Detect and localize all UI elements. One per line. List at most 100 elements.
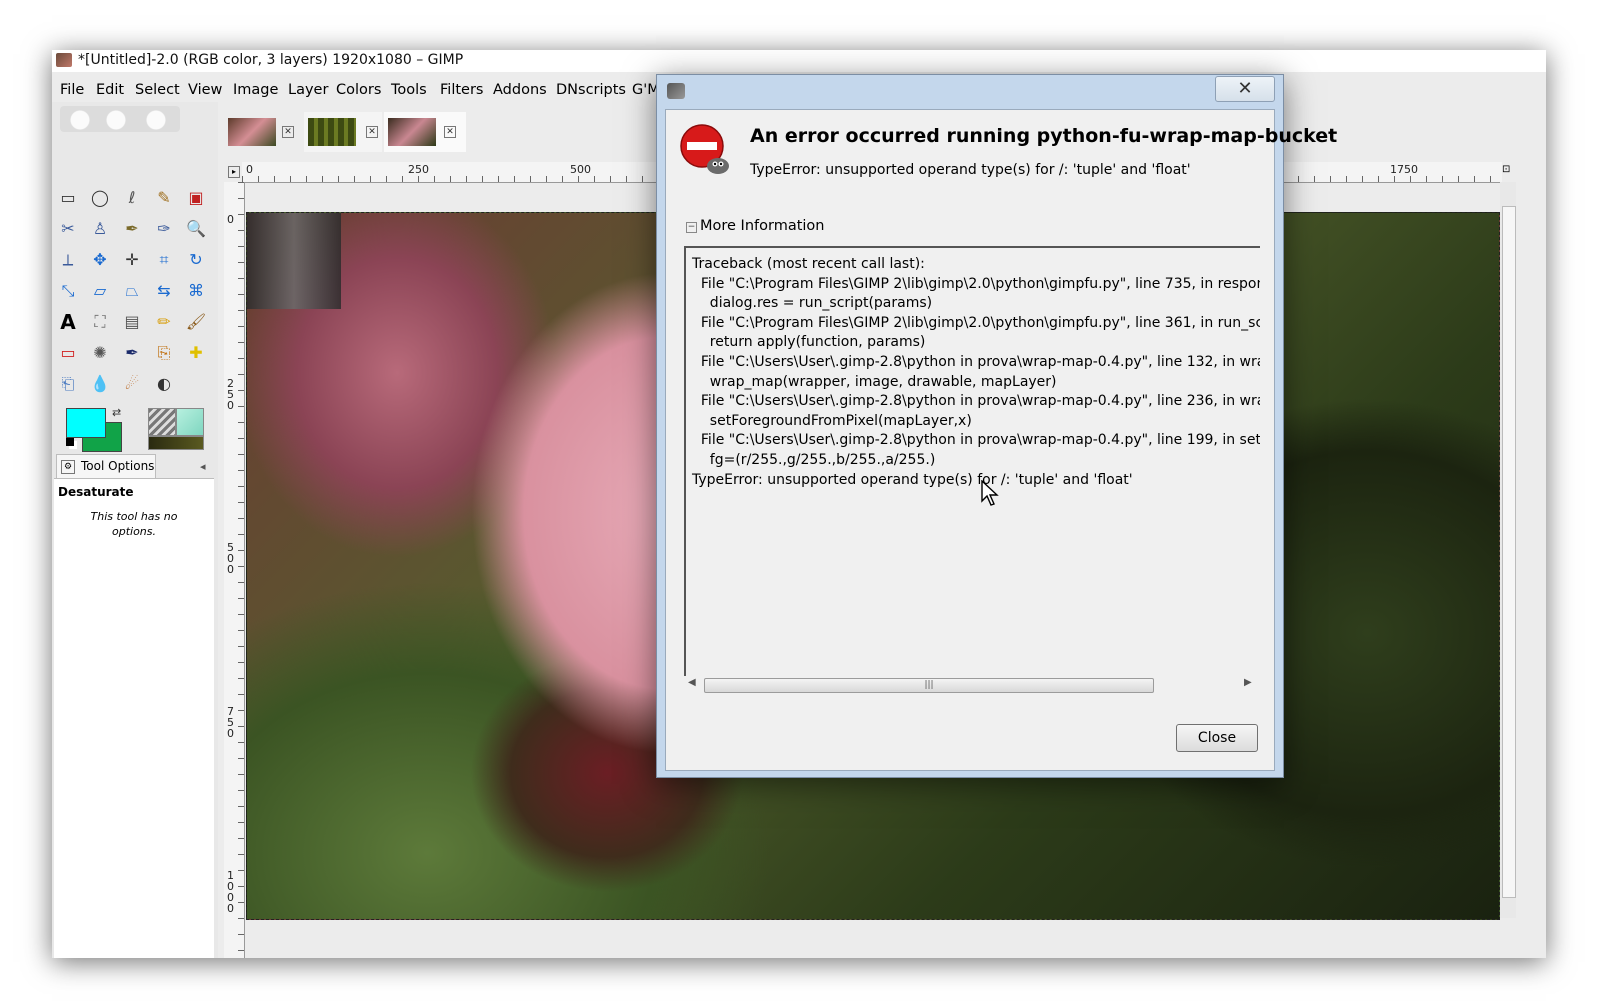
menu-view[interactable]: View xyxy=(188,82,222,98)
dialog-body: An error occurred running python-fu-wrap… xyxy=(665,109,1337,771)
ellipse-select-icon[interactable]: ◯ xyxy=(88,186,112,210)
no-options-message: This tool has no options. xyxy=(90,510,178,538)
image-tab[interactable]: ✕ xyxy=(304,112,382,152)
menu-colors[interactable]: Colors xyxy=(336,82,381,98)
tool-options-tab-label: Tool Options xyxy=(81,459,155,473)
close-icon[interactable]: ✕ xyxy=(1215,76,1275,102)
brush-swatch[interactable] xyxy=(148,408,176,436)
close-tab-icon[interactable]: ✕ xyxy=(366,126,378,138)
scroll-right-icon[interactable]: ▶ xyxy=(1244,677,1252,688)
error-heading: An error occurred running python-fu-wrap… xyxy=(750,125,1338,147)
pattern-swatch[interactable] xyxy=(176,408,204,436)
ruler-label: 1750 xyxy=(1390,163,1418,176)
tool-options-tab[interactable]: ⚙ Tool Options xyxy=(56,454,156,479)
fuzzy-select-icon[interactable]: ✎ xyxy=(152,186,176,210)
heal-icon[interactable]: ✚ xyxy=(184,341,208,365)
image-thumbnail xyxy=(388,118,436,146)
ruler-label: 250 xyxy=(227,377,234,412)
scale-icon[interactable]: ⤡ xyxy=(56,279,80,303)
traceback-line: wrap_map(wrapper, image, drawable, mapLa… xyxy=(692,373,1057,390)
layer-strip-preview xyxy=(247,213,341,309)
reset-colors-icon[interactable] xyxy=(66,438,74,446)
image-tab-active[interactable]: ✕ xyxy=(384,112,466,152)
airbrush-icon[interactable]: ✺ xyxy=(88,341,112,365)
scissors-icon[interactable]: ✂ xyxy=(56,217,80,241)
paths-icon[interactable]: ✒ xyxy=(120,217,144,241)
collapse-icon[interactable]: − xyxy=(686,222,697,233)
window-titlebar: *[Untitled]-2.0 (RGB color, 3 layers) 19… xyxy=(52,50,1546,72)
text-icon[interactable]: A xyxy=(56,310,80,334)
smudge-icon[interactable]: ☄ xyxy=(120,372,144,396)
move-icon[interactable]: ✥ xyxy=(88,248,112,272)
ink-icon[interactable]: ✒ xyxy=(120,341,144,365)
image-tab[interactable]: ✕ xyxy=(224,112,298,152)
gimp-app-icon xyxy=(667,83,685,99)
more-information-expander[interactable]: More Information xyxy=(700,218,825,234)
eraser-icon[interactable]: ▭ xyxy=(56,341,80,365)
cage-icon[interactable]: ⌘ xyxy=(184,279,208,303)
scrollbar-thumb[interactable]: ||| xyxy=(704,678,1154,693)
scroll-left-icon[interactable]: ◀ xyxy=(688,677,696,688)
traceback-line: File "C:\Users\User\.gimp-2.8\python in … xyxy=(692,354,1260,370)
gradient-swatch[interactable] xyxy=(148,436,204,450)
traceback-text-area[interactable]: Traceback (most recent call last): File … xyxy=(684,246,1260,676)
perspective-icon[interactable]: ⏢ xyxy=(120,279,144,303)
color-picker-icon[interactable]: ✑ xyxy=(152,217,176,241)
traceback-line: dialog.res = run_script(params) xyxy=(692,295,933,312)
toolbox: ▭ ◯ ℓ ✎ ▣ ✂ ♙ ✒ ✑ 🔍 ⟂ ✥ ✛ ⌗ ↻ ⤡ ▱ ⏢ ⇆ ⌘ A ⛶ ▤ ✏ 🖌 ▭ ✺ ✒ ⎘ ✚ ⎗ 💧 ☄ ◐ ⇄ ⚙ T… xyxy=(52,102,218,958)
traceback-line: File "C:\Program Files\GIMP 2\lib\gimp\2… xyxy=(692,275,1260,292)
image-thumbnail xyxy=(228,118,276,146)
traceback-line: Traceback (most recent call last): xyxy=(692,256,925,272)
perspective-clone-icon[interactable]: ⎗ xyxy=(56,372,80,396)
bucket-fill-icon[interactable]: ⛶ xyxy=(88,310,112,334)
tool-options-panel: Desaturate This tool has no options. xyxy=(54,478,214,958)
mouse-pointer-icon xyxy=(981,480,999,506)
crop-icon[interactable]: ⌗ xyxy=(152,248,176,272)
ruler-label: 1000 xyxy=(227,869,234,915)
horizontal-scrollbar[interactable]: ◀ ||| ▶ xyxy=(684,676,1258,694)
active-tool-name: Desaturate xyxy=(58,485,134,499)
menu-tools[interactable]: Tools xyxy=(391,82,427,98)
dock-menu-icon[interactable]: ◂ xyxy=(200,460,206,473)
scrollbar-thumb[interactable] xyxy=(1502,206,1516,898)
vertical-scrollbar[interactable] xyxy=(1500,182,1516,918)
blend-icon[interactable]: ▤ xyxy=(120,310,144,334)
menu-addons[interactable]: Addons xyxy=(493,82,547,98)
menu-dnscripts[interactable]: DNscripts xyxy=(556,82,626,98)
menu-filters[interactable]: Filters xyxy=(440,82,483,98)
traceback-line: File "C:\Users\User\.gimp-2.8\python in … xyxy=(692,432,1260,449)
rotate-icon[interactable]: ↻ xyxy=(184,248,208,272)
navigate-icon[interactable]: ⊡ xyxy=(1502,164,1514,178)
traceback-line: return apply(function, params) xyxy=(692,334,926,351)
swap-colors-icon[interactable]: ⇄ xyxy=(112,406,121,419)
shear-icon[interactable]: ▱ xyxy=(88,279,112,303)
ruler-label: 500 xyxy=(227,541,234,576)
menu-image[interactable]: Image xyxy=(233,82,278,98)
quick-mask-toggle-icon[interactable]: ▸ xyxy=(228,166,240,178)
close-tab-icon[interactable]: ✕ xyxy=(282,126,294,138)
pencil-icon[interactable]: ✏ xyxy=(152,310,176,334)
foreground-select-icon[interactable]: ♙ xyxy=(88,217,112,241)
menu-select[interactable]: Select xyxy=(135,82,180,98)
measure-icon[interactable]: ⟂ xyxy=(56,248,80,272)
traceback-line: TypeError: unsupported operand type(s) f… xyxy=(692,471,1133,488)
paintbrush-icon[interactable]: 🖌 xyxy=(184,310,208,334)
wilber-drop-area xyxy=(60,106,180,132)
color-select-icon[interactable]: ▣ xyxy=(184,186,208,210)
zoom-icon[interactable]: 🔍 xyxy=(184,217,208,241)
dodge-burn-icon[interactable]: ◐ xyxy=(152,372,176,396)
image-thumbnail xyxy=(308,118,356,146)
blur-icon[interactable]: 💧 xyxy=(88,372,112,396)
align-icon[interactable]: ✛ xyxy=(120,248,144,272)
clone-icon[interactable]: ⎘ xyxy=(152,341,176,365)
menu-edit[interactable]: Edit xyxy=(96,82,124,98)
menu-layer[interactable]: Layer xyxy=(288,82,328,98)
rect-select-icon[interactable]: ▭ xyxy=(56,186,80,210)
close-button[interactable]: Close xyxy=(1176,724,1258,752)
close-tab-icon[interactable]: ✕ xyxy=(444,126,456,138)
flip-icon[interactable]: ⇆ xyxy=(152,279,176,303)
lasso-icon[interactable]: ℓ xyxy=(120,186,144,210)
foreground-color-swatch[interactable] xyxy=(66,408,106,438)
traceback-line: File "C:\Users\User\.gimp-2.8\python in … xyxy=(692,393,1260,410)
menu-file[interactable]: File xyxy=(60,82,84,98)
